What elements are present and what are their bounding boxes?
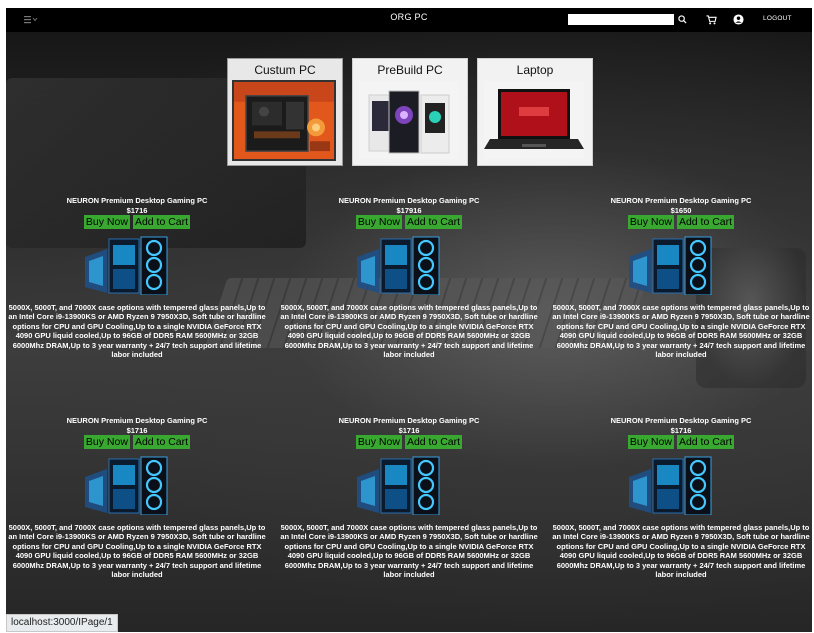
- product-name[interactable]: NEURON Premium Desktop Gaming PC: [278, 416, 540, 425]
- product-card: NEURON Premium Desktop Gaming PC $17916 …: [278, 196, 540, 414]
- account-icon[interactable]: [732, 13, 744, 26]
- laptop-image: [484, 81, 584, 159]
- custom-pc-image: [232, 80, 336, 161]
- product-image: [85, 456, 168, 515]
- product-actions: Buy Now Add to Cart: [278, 215, 540, 229]
- buy-now-button[interactable]: Buy Now: [83, 435, 130, 449]
- product-image: [629, 456, 712, 515]
- add-to-cart-button[interactable]: Add to Cart: [676, 215, 735, 229]
- product-name[interactable]: NEURON Premium Desktop Gaming PC: [550, 416, 812, 425]
- browser-viewport: ORG PC LOGOUT Custum PC PreBuild PC Lapt…: [0, 0, 814, 633]
- product-actions: Buy Now Add to Cart: [550, 435, 812, 449]
- product-name[interactable]: NEURON Premium Desktop Gaming PC: [6, 416, 268, 425]
- navbar: ORG PC LOGOUT: [6, 8, 812, 32]
- category-label: Custum PC: [254, 63, 316, 77]
- buy-now-button[interactable]: Buy Now: [83, 215, 130, 229]
- product-card: NEURON Premium Desktop Gaming PC $1716 B…: [278, 416, 540, 632]
- product-actions: Buy Now Add to Cart: [550, 215, 812, 229]
- add-to-cart-button[interactable]: Add to Cart: [676, 435, 735, 449]
- product-price: $1716: [126, 206, 148, 215]
- search-input[interactable]: [568, 14, 674, 25]
- add-to-cart-button[interactable]: Add to Cart: [404, 215, 463, 229]
- add-to-cart-button[interactable]: Add to Cart: [132, 435, 191, 449]
- product-name[interactable]: NEURON Premium Desktop Gaming PC: [550, 196, 812, 205]
- add-to-cart-button[interactable]: Add to Cart: [404, 435, 463, 449]
- product-price: $17916: [396, 206, 422, 215]
- category-label: PreBuild PC: [377, 63, 443, 77]
- product-image: [357, 236, 440, 295]
- product-actions: Buy Now Add to Cart: [6, 215, 268, 229]
- product-price: $1650: [670, 206, 692, 215]
- product-actions: Buy Now Add to Cart: [6, 435, 268, 449]
- product-price: $1716: [398, 426, 420, 435]
- product-card: NEURON Premium Desktop Gaming PC $1650 B…: [550, 196, 812, 414]
- buy-now-button[interactable]: Buy Now: [627, 215, 674, 229]
- product-image: [629, 236, 712, 295]
- buy-now-button[interactable]: Buy Now: [355, 435, 402, 449]
- product-name[interactable]: NEURON Premium Desktop Gaming PC: [6, 196, 268, 205]
- product-description: 5000X, 5000T, and 7000X case options wit…: [8, 303, 266, 360]
- status-bar-url: localhost:3000/IPage/1: [6, 614, 118, 632]
- product-name[interactable]: NEURON Premium Desktop Gaming PC: [278, 196, 540, 205]
- product-description: 5000X, 5000T, and 7000X case options wit…: [280, 523, 538, 580]
- logout-link[interactable]: LOGOUT: [763, 15, 792, 22]
- add-to-cart-button[interactable]: Add to Cart: [132, 215, 191, 229]
- category-laptop[interactable]: Laptop: [477, 58, 593, 166]
- buy-now-button[interactable]: Buy Now: [355, 215, 402, 229]
- product-price: $1716: [126, 426, 148, 435]
- cart-icon[interactable]: [705, 13, 717, 26]
- category-custom-pc[interactable]: Custum PC: [227, 58, 343, 166]
- category-prebuild-pc[interactable]: PreBuild PC: [352, 58, 468, 166]
- search-icon[interactable]: [676, 13, 688, 26]
- brand-title[interactable]: ORG PC: [6, 12, 812, 22]
- product-description: 5000X, 5000T, and 7000X case options wit…: [8, 523, 266, 580]
- product-card: NEURON Premium Desktop Gaming PC $1716 B…: [6, 416, 268, 632]
- page: ORG PC LOGOUT Custum PC PreBuild PC Lapt…: [6, 8, 812, 632]
- product-price: $1716: [670, 426, 692, 435]
- product-actions: Buy Now Add to Cart: [278, 435, 540, 449]
- product-description: 5000X, 5000T, and 7000X case options wit…: [552, 303, 810, 360]
- product-card: NEURON Premium Desktop Gaming PC $1716 B…: [550, 416, 812, 632]
- product-card: NEURON Premium Desktop Gaming PC $1716 B…: [6, 196, 268, 414]
- product-image: [85, 236, 168, 295]
- product-description: 5000X, 5000T, and 7000X case options wit…: [280, 303, 538, 360]
- category-label: Laptop: [516, 63, 554, 77]
- prebuild-pc-image: [359, 81, 459, 159]
- buy-now-button[interactable]: Buy Now: [627, 435, 674, 449]
- product-description: 5000X, 5000T, and 7000X case options wit…: [552, 523, 810, 580]
- product-image: [357, 456, 440, 515]
